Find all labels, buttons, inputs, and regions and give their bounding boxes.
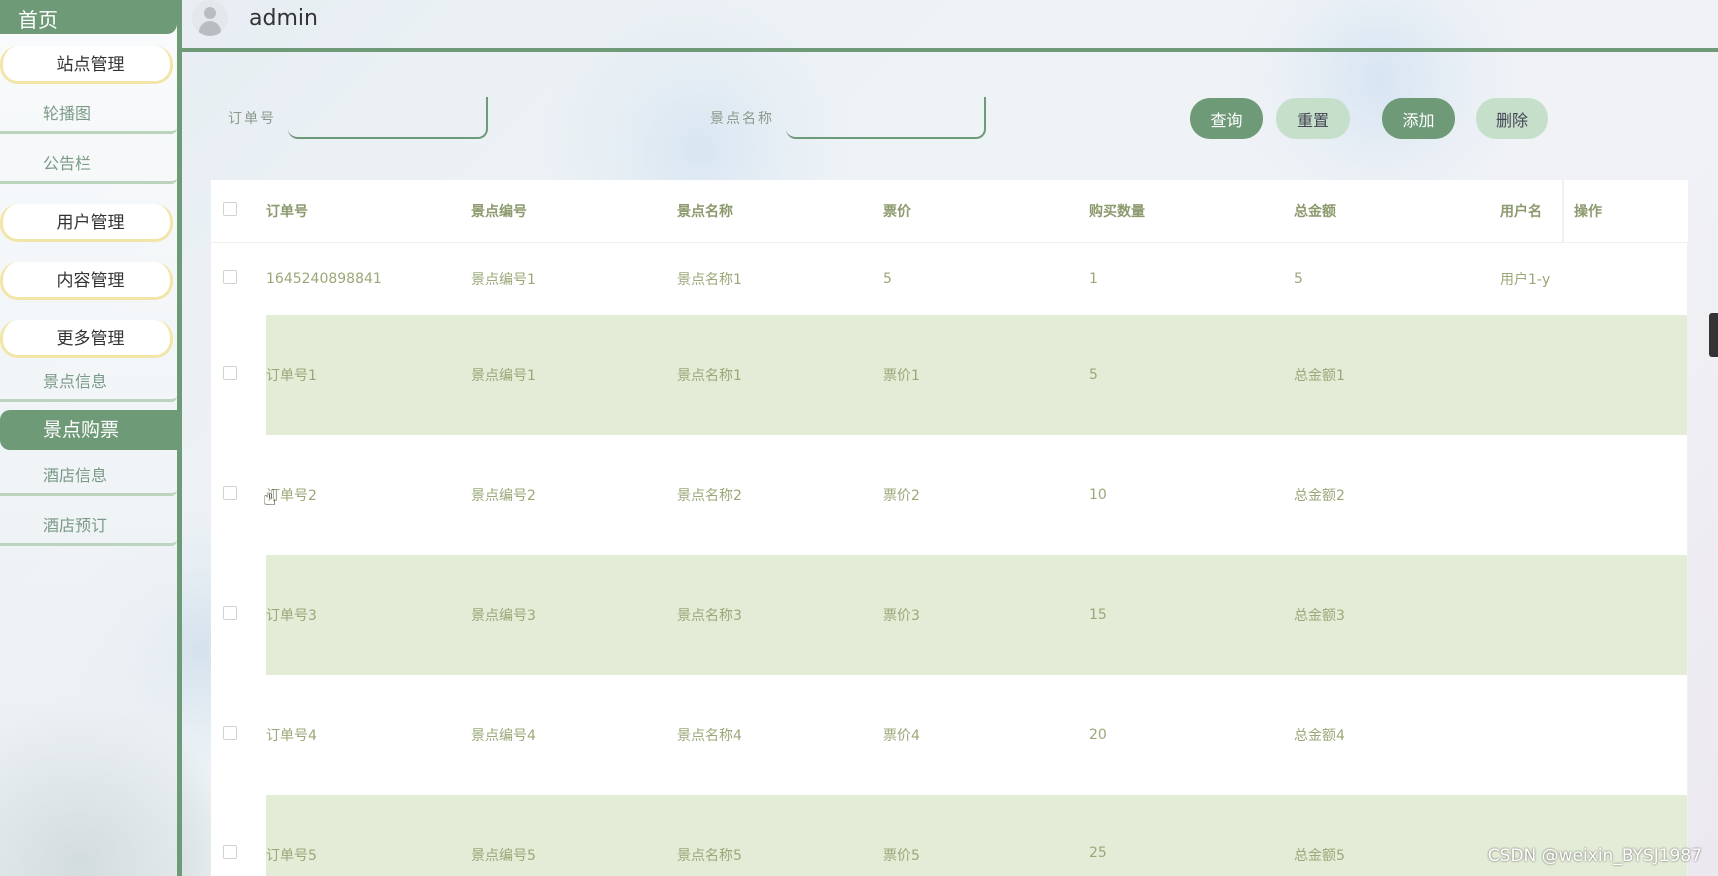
column-header: 操作: [1562, 180, 1688, 243]
cell-spot-number: 景点编号1: [471, 315, 677, 435]
cell-order-number: 订单号2: [266, 435, 471, 555]
cell-spot-number: 景点编号5: [471, 795, 677, 876]
cell-spot-number: 景点编号1: [471, 242, 677, 315]
watermark: CSDN @weixin_BYSJ1987: [1487, 846, 1702, 866]
sidebar-group-content[interactable]: 内容管理: [0, 262, 173, 300]
sidebar-home[interactable]: 首页: [0, 0, 177, 34]
sidebar-group-more[interactable]: 更多管理: [0, 320, 173, 358]
username: admin: [249, 6, 318, 31]
sidebar: 首页 站点管理 轮播图 公告栏 用户管理 内容管理 更多管理 景点信息 景点购票…: [0, 0, 182, 876]
column-header[interactable]: 总金额: [1294, 180, 1500, 243]
table-row[interactable]: 订单号5 景点编号5 景点名称5 票价5 25 总金额5 编辑 支付: [211, 795, 1688, 876]
cell-order-number: 订单号1: [266, 315, 471, 435]
cell-quantity: 20: [1089, 675, 1294, 795]
sidebar-item-hotel-info[interactable]: 酒店信息: [0, 456, 177, 496]
sidebar-item-notice[interactable]: 公告栏: [0, 144, 177, 184]
table-row[interactable]: 订单号3 景点编号3 景点名称3 票价3 15 总金额3 编辑 支付: [211, 555, 1688, 675]
sidebar-item-hotel-booking[interactable]: 酒店预订: [0, 506, 177, 546]
sidebar-group-users[interactable]: 用户管理: [0, 204, 173, 242]
cell-quantity: 10: [1089, 435, 1294, 555]
column-header[interactable]: 用户名: [1500, 180, 1563, 243]
cell-spot-name: 景点名称5: [677, 795, 883, 876]
top-header: admin: [182, 0, 1718, 52]
cell-quantity: 25: [1089, 795, 1294, 876]
cell-total: 总金额5: [1294, 795, 1500, 876]
cell-quantity: 1: [1089, 242, 1294, 315]
add-button[interactable]: 添加: [1382, 98, 1455, 139]
cell-ticket-price: 票价4: [883, 675, 1089, 795]
cell-total: 总金额3: [1294, 555, 1500, 675]
table-row[interactable]: 订单号4 景点编号4 景点名称4 票价4 20 总金额4 编辑 支付: [211, 675, 1688, 795]
cell-total: 总金额4: [1294, 675, 1500, 795]
cell-total: 5: [1294, 242, 1500, 315]
cell-spot-name: 景点名称3: [677, 555, 883, 675]
avatar[interactable]: [192, 0, 228, 36]
cell-ticket-price: 票价5: [883, 795, 1089, 876]
cell-quantity: 15: [1089, 555, 1294, 675]
table-header-row: 订单号 景点编号 景点名称 票价 购买数量 总金额 用户名 操作: [211, 180, 1688, 243]
order-number-label: 订单号: [228, 111, 276, 127]
query-button[interactable]: 查询: [1190, 98, 1263, 139]
column-header[interactable]: 景点名称: [677, 180, 883, 243]
delete-button[interactable]: 删除: [1476, 98, 1548, 139]
orders-table: 订单号 景点编号 景点名称 票价 购买数量 总金额 用户名 操作 1645240…: [211, 180, 1688, 876]
cell-username: [1500, 555, 1688, 675]
cell-ticket-price: 票价2: [883, 435, 1089, 555]
cell-spot-name: 景点名称1: [677, 242, 883, 315]
sidebar-group-site[interactable]: 站点管理: [0, 46, 173, 84]
cell-ticket-price: 票价3: [883, 555, 1089, 675]
cell-order-number: 订单号4: [266, 675, 471, 795]
row-checkbox[interactable]: [223, 366, 237, 380]
sidebar-item-carousel[interactable]: 轮播图: [0, 94, 177, 134]
cell-spot-number: 景点编号3: [471, 555, 677, 675]
row-checkbox[interactable]: [223, 606, 237, 620]
table-row[interactable]: 订单号1 景点编号1 景点名称1 票价1 5 总金额1 编辑 支付: [211, 315, 1688, 435]
column-header[interactable]: 购买数量: [1089, 180, 1294, 243]
cell-total: 总金额2: [1294, 435, 1500, 555]
cell-ticket-price: 票价1: [883, 315, 1089, 435]
cell-total: 总金额1: [1294, 315, 1500, 435]
cell-order-number: 1645240898841: [266, 242, 471, 315]
row-checkbox[interactable]: [223, 726, 237, 740]
order-number-input[interactable]: [288, 97, 488, 139]
table-row[interactable]: 1645240898841 景点编号1 景点名称1 5 1 5 用户1-y 编辑: [211, 242, 1688, 315]
cell-spot-name: 景点名称1: [677, 315, 883, 435]
spot-name-label: 景点名称: [710, 111, 774, 127]
row-checkbox[interactable]: [223, 486, 237, 500]
sidebar-item-spot-info[interactable]: 景点信息: [0, 362, 177, 402]
cell-username: [1500, 675, 1688, 795]
cell-username: [1500, 315, 1688, 435]
spot-name-input[interactable]: [786, 97, 986, 139]
cell-spot-name: 景点名称2: [677, 435, 883, 555]
column-header[interactable]: 景点编号: [471, 180, 677, 243]
row-checkbox[interactable]: [223, 269, 237, 284]
cell-order-number: 订单号5: [266, 795, 471, 876]
side-scroll-handle[interactable]: [1709, 313, 1718, 357]
cell-ticket-price: 5: [883, 242, 1089, 315]
select-all-checkbox[interactable]: [223, 201, 237, 216]
row-checkbox[interactable]: [223, 845, 237, 859]
reset-button[interactable]: 重置: [1276, 98, 1350, 139]
user-icon: [204, 7, 216, 19]
cell-order-number: 订单号3: [266, 555, 471, 675]
cell-spot-number: 景点编号2: [471, 435, 677, 555]
column-header[interactable]: 订单号: [266, 180, 471, 243]
column-header[interactable]: 票价: [883, 180, 1089, 243]
cell-username: 用户1-y: [1500, 242, 1688, 315]
cell-spot-name: 景点名称4: [677, 675, 883, 795]
sidebar-item-spot-ticket[interactable]: 景点购票: [0, 410, 177, 450]
cell-username: [1500, 435, 1688, 555]
cell-spot-number: 景点编号4: [471, 675, 677, 795]
cell-quantity: 5: [1089, 315, 1294, 435]
table-row[interactable]: 订单号2 景点编号2 景点名称2 票价2 10 总金额2 编辑 支付: [211, 435, 1688, 555]
mouse-cursor-icon: ☝: [263, 486, 277, 511]
